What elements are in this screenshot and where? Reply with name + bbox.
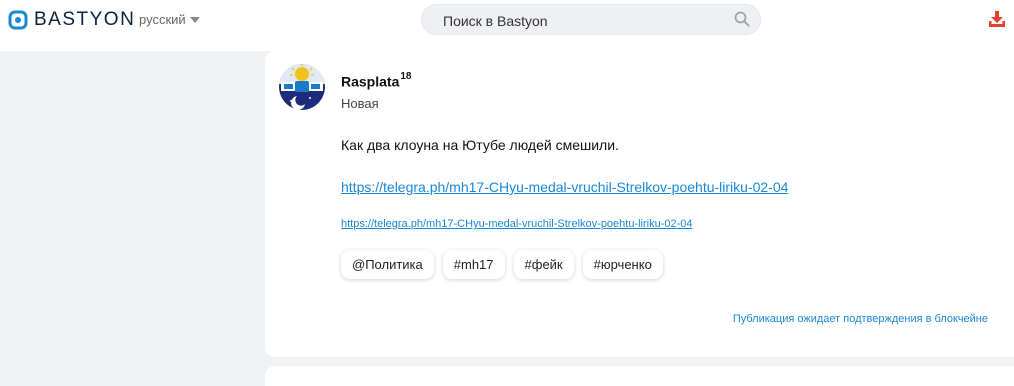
post-status: Новая xyxy=(341,96,379,111)
tag-yurchenko[interactable]: #юрченко xyxy=(582,250,663,279)
author-badge: 18 xyxy=(400,71,412,82)
tag-politics[interactable]: @Политика xyxy=(341,250,434,279)
avatar[interactable] xyxy=(279,64,325,110)
search-box[interactable] xyxy=(421,4,761,36)
bastyon-logo-icon xyxy=(8,10,28,30)
search-icon[interactable] xyxy=(734,11,750,27)
pending-confirmation-note: Публикация ожидает подтверждения в блокч… xyxy=(732,313,988,325)
chevron-down-icon xyxy=(189,17,200,23)
logo[interactable]: BASTYON xyxy=(8,9,135,31)
search-input[interactable] xyxy=(422,5,745,36)
download-icon[interactable] xyxy=(988,10,1006,28)
tag-mh17[interactable]: #mh17 xyxy=(442,250,505,279)
next-post-card xyxy=(265,366,1014,386)
post-card: Rasplata18 Новая Как два клоуна на Ютубе… xyxy=(265,51,1014,357)
language-selector[interactable]: русский xyxy=(139,12,200,27)
tag-fake[interactable]: #фейк xyxy=(513,250,574,279)
post-text: Как два клоуна на Ютубе людей смешили. xyxy=(341,137,619,153)
top-bar: BASTYON русский xyxy=(0,0,1014,51)
language-label: русский xyxy=(139,12,186,27)
post-link[interactable]: https://telegra.ph/mh17-CHyu-medal-vruch… xyxy=(341,179,788,195)
author-name[interactable]: Rasplata18 xyxy=(341,71,412,90)
logo-text: BASTYON xyxy=(34,9,136,30)
tag-list: @Политика #mh17 #фейк #юрченко xyxy=(341,250,663,279)
author-name-text: Rasplata xyxy=(341,73,400,90)
avatar-image xyxy=(279,64,325,110)
link-preview-url[interactable]: https://telegra.ph/mh17-CHyu-medal-vruch… xyxy=(341,218,693,230)
